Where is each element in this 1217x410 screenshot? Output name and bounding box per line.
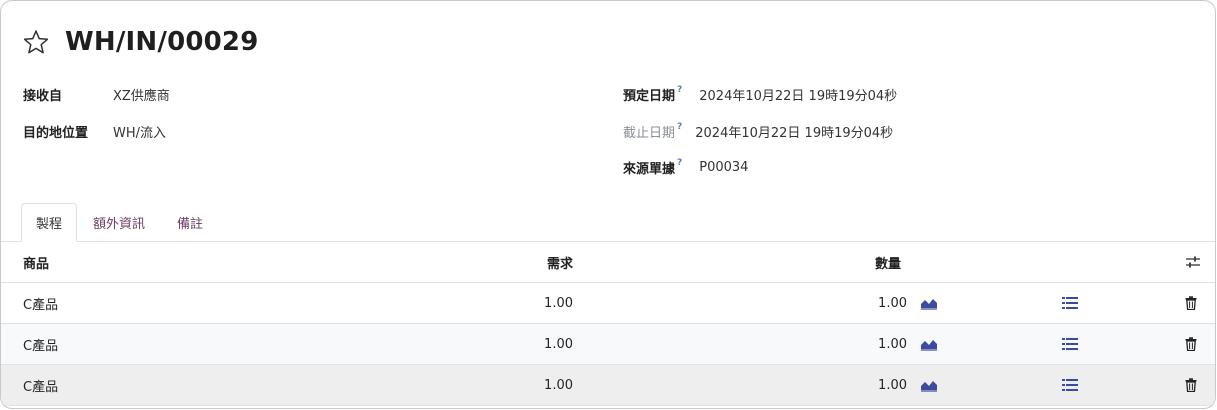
page-title: WH/IN/00029 — [65, 27, 259, 57]
scheduled-date-value[interactable]: 2024年10月22日 19時19分04秒 — [699, 85, 897, 104]
row-demand[interactable]: 1.00 — [401, 365, 573, 405]
form-sheet: WH/IN/00029 接收自 XZ供應商 目的地位置 WH/流入 預定日期 ?… — [0, 0, 1216, 409]
partner-value[interactable]: XZ供應商 — [113, 85, 170, 104]
deadline-value: 2024年10月22日 19時19分04秒 — [695, 126, 894, 141]
notebook-tabs: 製程 額外資訊 備註 — [21, 203, 219, 242]
row-product[interactable]: C產品 — [23, 324, 58, 364]
partner-label: 接收自 — [23, 89, 63, 104]
list-icon[interactable] — [1062, 365, 1082, 405]
destination-value[interactable]: WH/流入 — [113, 122, 166, 141]
table-row[interactable]: C產品 1.00 1.00 — [1, 283, 1215, 324]
origin-label: 來源單據 — [623, 162, 676, 177]
list-icon[interactable] — [1062, 324, 1082, 364]
title-row: WH/IN/00029 — [23, 27, 259, 57]
field-destination: 目的地位置 WH/流入 — [23, 122, 166, 141]
row-demand[interactable]: 1.00 — [401, 324, 573, 364]
row-quantity[interactable]: 1.00 — [701, 365, 907, 405]
table-header: 商品 需求 數量 — [1, 242, 1215, 283]
trash-icon[interactable] — [1185, 365, 1199, 405]
sliders-icon[interactable] — [1185, 242, 1201, 282]
field-origin: 來源單據 ? P00034 — [623, 158, 748, 178]
area-chart-icon[interactable] — [920, 365, 940, 405]
field-deadline: 截止日期 ? 2024年10月22日 19時19分04秒 — [623, 122, 894, 142]
move-lines-table: 商品 需求 數量 C產品 1.00 1.00 C產品 1.00 1.00 C產品… — [1, 242, 1215, 406]
table-row[interactable]: C產品 1.00 1.00 — [1, 324, 1215, 365]
trash-icon[interactable] — [1185, 324, 1199, 364]
tab-operations[interactable]: 製程 — [21, 203, 78, 242]
origin-help[interactable]: ? — [677, 158, 682, 168]
field-partner: 接收自 XZ供應商 — [23, 85, 170, 104]
list-icon[interactable] — [1062, 283, 1082, 323]
deadline-help[interactable]: ? — [677, 122, 682, 132]
col-product[interactable]: 商品 — [23, 242, 49, 282]
row-demand[interactable]: 1.00 — [401, 283, 573, 323]
scheduled-date-help[interactable]: ? — [677, 85, 682, 95]
trash-icon[interactable] — [1185, 283, 1199, 323]
row-quantity[interactable]: 1.00 — [701, 324, 907, 364]
origin-value[interactable]: P00034 — [699, 160, 748, 175]
table-row[interactable]: C產品 1.00 1.00 — [1, 365, 1215, 406]
area-chart-icon[interactable] — [920, 324, 940, 364]
deadline-label: 截止日期 — [623, 126, 676, 141]
area-chart-icon[interactable] — [920, 283, 940, 323]
star-outline-icon[interactable] — [23, 29, 49, 55]
row-quantity[interactable]: 1.00 — [701, 283, 907, 323]
tab-note[interactable]: 備註 — [161, 203, 219, 242]
col-demand[interactable]: 需求 — [401, 242, 573, 282]
scheduled-date-label: 預定日期 — [623, 89, 676, 104]
row-product[interactable]: C產品 — [23, 365, 58, 405]
field-scheduled-date: 預定日期 ? 2024年10月22日 19時19分04秒 — [623, 85, 897, 105]
tab-extra-info[interactable]: 額外資訊 — [77, 203, 161, 242]
destination-label: 目的地位置 — [23, 126, 89, 141]
col-quantity[interactable]: 數量 — [701, 242, 901, 282]
row-product[interactable]: C產品 — [23, 283, 58, 323]
